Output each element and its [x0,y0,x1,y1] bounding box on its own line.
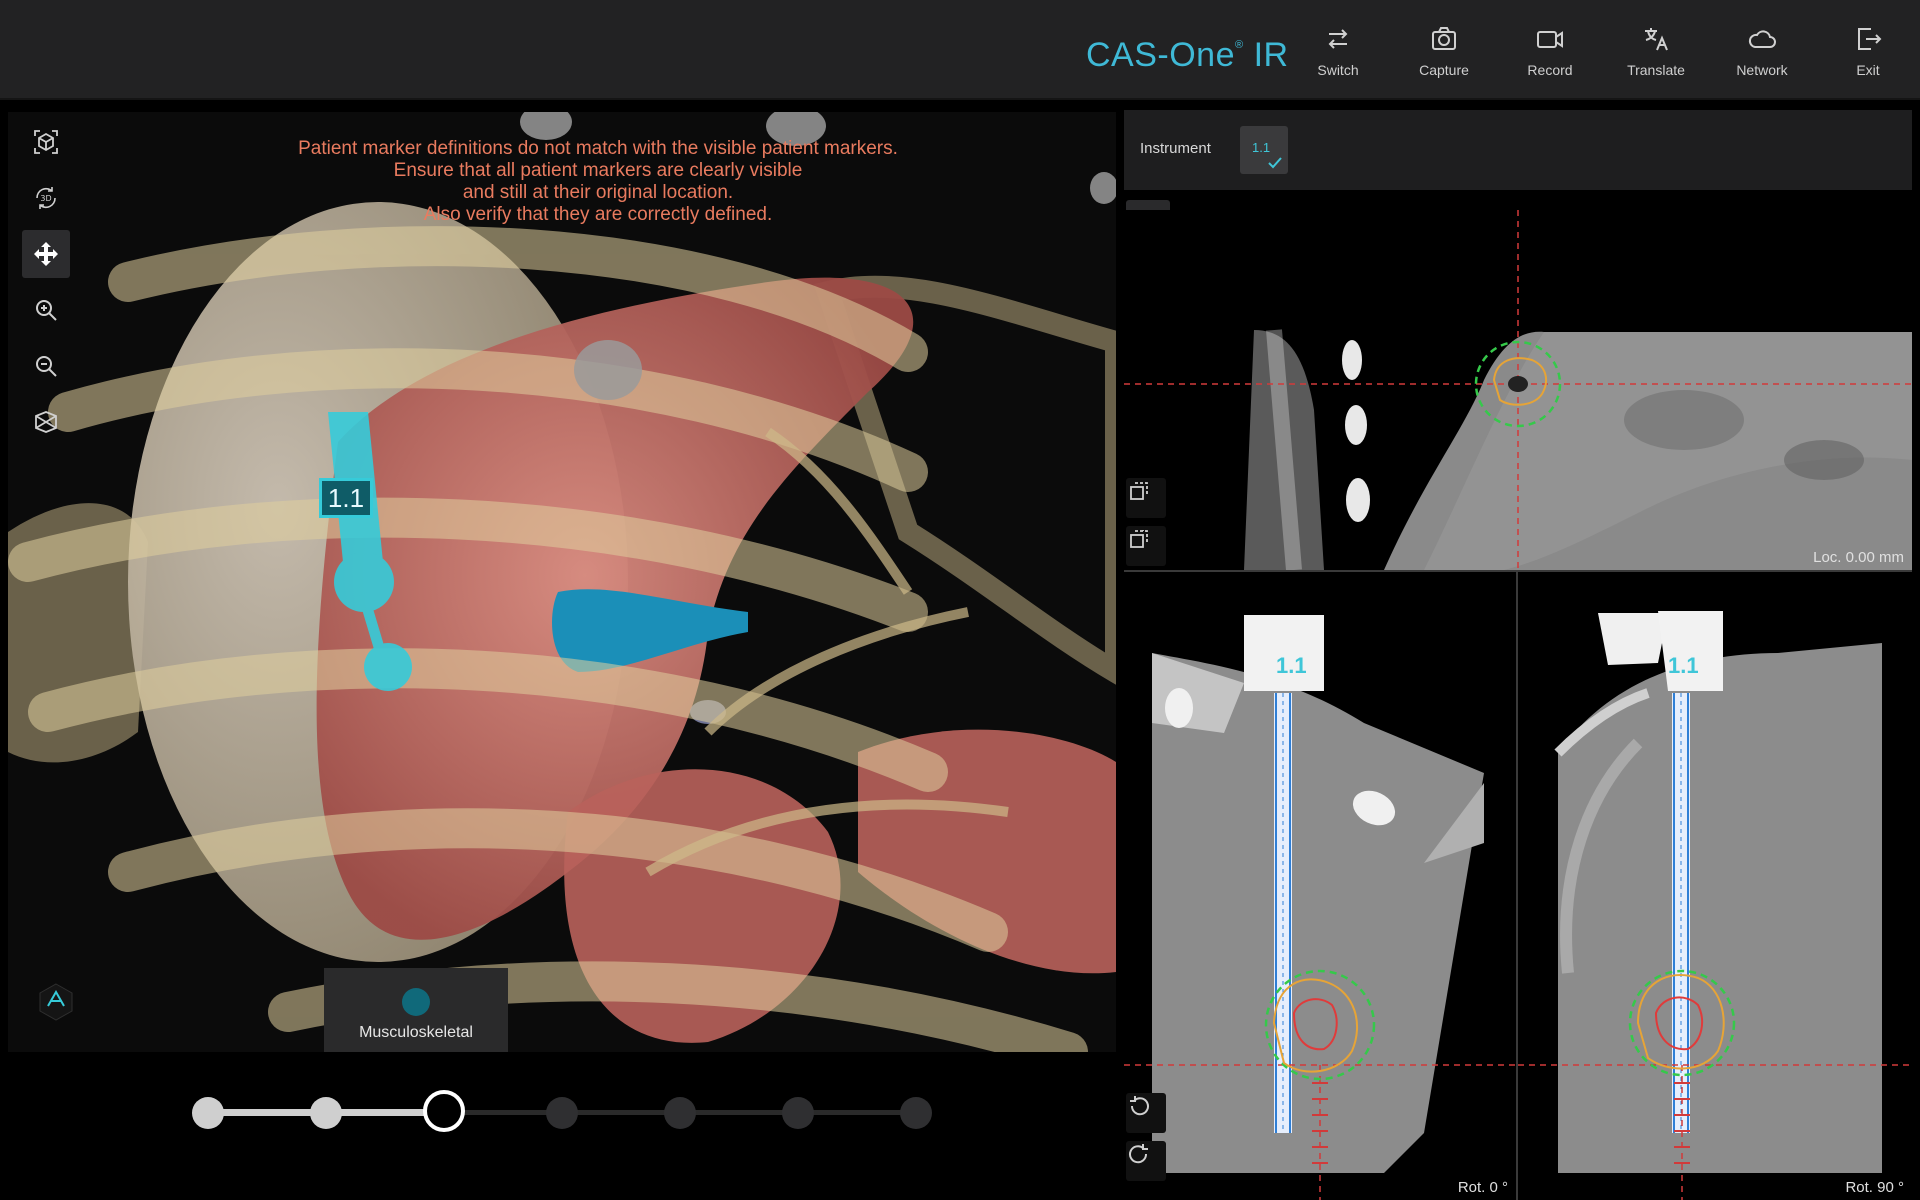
pan-move-button[interactable] [22,230,70,278]
switch-arrows-icon [1328,29,1348,49]
workflow-step-1[interactable] [192,1097,224,1129]
video-camera-icon [1537,31,1563,48]
layers-view-icon [35,411,57,433]
ct-axial-view[interactable]: Loc. 0.00 mm [1124,210,1912,570]
brand-suffix: IR [1253,36,1289,74]
layer-name: Musculoskeletal [359,1024,473,1041]
rotate-3d-text: 3D [40,194,51,203]
instrument-tag-0deg: 1.1 [1276,653,1307,678]
brand-registered-mark: ® [1235,39,1244,51]
reset-view-button[interactable] [22,118,70,166]
brand-name: CAS-One [1086,36,1235,74]
layer-color-dot [402,988,430,1016]
3d-view-toolbar: 3D [22,118,70,454]
translate-icon [1645,28,1668,51]
rotation-readout-right: Rot. 90 ° [1845,1179,1904,1196]
switch-label: Switch [1317,62,1359,78]
workflow-step-slider[interactable] [192,1090,932,1134]
3d-view[interactable]: Patient marker definitions do not match … [8,112,1116,1052]
exit-icon [1858,28,1882,50]
workflow-step-3[interactable] [423,1090,465,1132]
warning-line: Also verify that they are correctly defi… [423,204,773,225]
rotate-3d-icon: 3D [36,187,56,209]
app-brand: CAS-One® IR [1086,36,1289,75]
crop-frame-icon [1130,482,1148,500]
ct-instrument-image-90deg[interactable] [1518,573,1912,1200]
rotate-3d-button[interactable]: 3D [22,174,70,222]
workflow-step-5[interactable] [664,1097,696,1129]
camera-icon [1432,27,1456,50]
workflow-step-2[interactable] [310,1097,342,1129]
warning-line: Ensure that all patient markers are clea… [393,160,803,181]
view-layout-button[interactable] [1126,478,1166,518]
zoom-out-button[interactable] [22,342,70,390]
instrument-id: 1.1 [1252,140,1271,155]
rotation-readout-left: Rot. 0 ° [1457,1179,1508,1196]
rotate-cw-icon [1129,1144,1148,1164]
pan-move-icon [34,242,58,266]
workflow-step-7[interactable] [900,1097,932,1129]
warning-line: and still at their original location. [462,182,734,203]
rotate-right-button[interactable] [1126,1141,1166,1181]
record-button[interactable]: Record [1498,18,1602,88]
orientation-cube-icon[interactable] [34,980,78,1024]
top-bar: CAS-One® IR Switch Capture Record Transl… [0,0,1920,100]
switch-button[interactable]: Switch [1286,18,1390,88]
instrument-tag-90deg: 1.1 [1668,653,1699,678]
translate-button[interactable]: Translate [1604,18,1708,88]
translate-label: Translate [1627,62,1685,78]
ct-instrument-image-0deg[interactable] [1124,573,1516,1200]
network-button[interactable]: Network [1710,18,1814,88]
layer-toggle-musculoskeletal[interactable]: Musculoskeletal [324,968,508,1052]
warning-line: Patient marker definitions do not match … [298,138,898,159]
view-swap-button[interactable] [1126,526,1166,566]
view-divider-horizontal [1124,570,1912,572]
record-label: Record [1527,62,1573,78]
anatomy-3d-render[interactable] [8,112,1116,1052]
marker-warning-message: Patient marker definitions do not match … [148,138,1048,226]
layers-view-button[interactable] [22,398,70,446]
zoom-out-icon [36,356,57,377]
ct-instrument-view-90deg[interactable]: 1.1 Rot. 90 ° [1518,573,1912,1200]
zoom-in-icon [36,300,57,321]
network-label: Network [1736,62,1788,78]
instrument-label: Instrument [1140,140,1211,157]
instrument-select-1-1[interactable]: 1.1 [1240,126,1288,174]
capture-label: Capture [1419,62,1469,78]
workflow-step-4[interactable] [546,1097,578,1129]
rotate-ccw-icon [1130,1096,1149,1116]
ct-instrument-view-0deg[interactable]: 1.1 Rot. 0 ° [1124,573,1516,1200]
workflow-step-6[interactable] [782,1097,814,1129]
capture-button[interactable]: Capture [1392,18,1496,88]
zoom-in-button[interactable] [22,286,70,334]
location-readout: Loc. 0.00 mm [1813,549,1904,566]
cloud-icon [1748,30,1776,48]
instrument-bar: Instrument 1.1 [1124,110,1912,190]
swap-frame-icon [1130,530,1148,548]
exit-label: Exit [1856,62,1880,78]
checkmark-icon [1268,157,1282,169]
reset-view-cube-icon [34,130,58,154]
instrument-3d-label[interactable]: 1.1 [319,478,373,518]
rotate-left-button[interactable] [1126,1093,1166,1133]
exit-button[interactable]: Exit [1816,18,1920,88]
ct-axial-image[interactable] [1124,210,1912,570]
